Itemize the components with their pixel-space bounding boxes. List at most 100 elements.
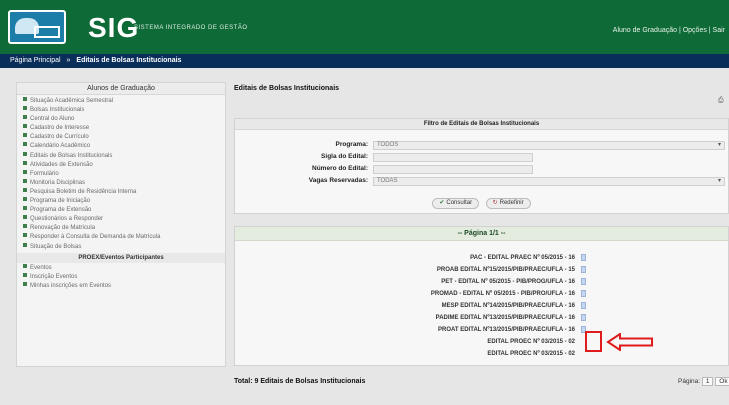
menu-item[interactable]: Bolsas Institucionais	[17, 106, 225, 115]
menu-item-label: Programa de Extensão	[30, 207, 92, 214]
numero-input[interactable]	[373, 165, 533, 174]
print-button[interactable]: ⎙	[718, 97, 724, 105]
logo-text	[34, 26, 60, 38]
menu-item-label: Programa de Iniciação	[30, 198, 91, 205]
menu-item-label: Cadastro de Interesse	[30, 125, 90, 132]
bullet-icon	[23, 272, 27, 277]
programa-value: TODOS	[377, 142, 399, 148]
menu-item-label: Situação Acadêmica Semestral	[30, 98, 114, 104]
bullet-icon	[23, 233, 27, 238]
programa-select[interactable]: TODOS ▾	[373, 141, 725, 150]
view-edital-icon[interactable]	[581, 302, 586, 309]
menu-item[interactable]: Calendário Acadêmico	[17, 142, 225, 151]
menu-list: Situação Acadêmica Semestral Bolsas Insti…	[17, 95, 225, 291]
menu-item[interactable]: Atividades de Extensão	[17, 160, 225, 170]
menu-item[interactable]: Cadastro de Currículo	[17, 133, 225, 142]
filter-row-programa: Programa: TODOS ▾	[235, 140, 728, 150]
user-links[interactable]: Aluno de Graduação | Opções | Sair	[613, 27, 725, 34]
menu-item[interactable]: Situação Acadêmica Semestral	[17, 97, 225, 106]
menu-item[interactable]: Eventos	[17, 263, 225, 273]
menu-item-label: Questionários a Responder	[30, 216, 104, 223]
edital-row: PROMAD - EDITAL Nº 05/2015 - PIB/PRO/UFL…	[430, 291, 575, 297]
app-header: SIG Sistema Integrado de Gestão Aluno de…	[0, 0, 729, 54]
menu-item-label: Cadastro de Currículo	[30, 134, 89, 141]
sidebar-menu: Alunos de Graduação Situação Acadêmica S…	[16, 82, 226, 367]
sigla-input[interactable]	[373, 153, 533, 162]
reset-icon: ↻	[492, 200, 498, 206]
search-button-label: Consultar	[446, 200, 473, 206]
menu-item[interactable]: Central do Aluno	[17, 115, 225, 124]
menu-item-label: Situação de Bolsas	[30, 243, 82, 250]
filter-buttons: ✔ Consultar ↻ Redefinir	[235, 196, 728, 209]
edital-row: EDITAL PROEC Nº 03/2015 - 02	[487, 351, 575, 357]
menu-item-label: Inscrição Eventos	[30, 273, 78, 280]
menu-item[interactable]: Programa de Extensão	[17, 206, 225, 215]
menu-item-label: Calendário Acadêmico	[30, 143, 91, 150]
pager-go-button[interactable]: Ok	[715, 377, 729, 386]
app-subtitle: Sistema Integrado de Gestão	[134, 25, 248, 31]
bullet-icon	[23, 224, 27, 229]
view-edital-icon[interactable]	[581, 254, 586, 261]
bullet-icon	[23, 263, 27, 268]
reset-button[interactable]: ↻ Redefinir	[485, 198, 531, 209]
menu-item-label: Eventos	[30, 264, 52, 271]
ufra-logo[interactable]	[8, 10, 66, 44]
menu-item[interactable]: Situação de Bolsas	[17, 242, 225, 252]
pager: Página: 1 Ok	[678, 377, 729, 386]
chevron-down-icon: ▾	[717, 142, 721, 148]
bullet-icon	[23, 197, 27, 202]
menu-item-label: Atividades de Extensão	[30, 161, 93, 168]
filter-title: Filtro de Editais de Bolsas Instituciona…	[235, 119, 728, 130]
menu-item-label: Editais de Bolsas Institucionais	[30, 152, 113, 159]
breadcrumb-separator: »	[66, 57, 71, 64]
menu-item[interactable]: Formulário	[17, 169, 225, 179]
menu-item-label: Bolsas Institucionais	[30, 107, 85, 114]
menu-item[interactable]: Minhas inscrições em Eventos	[17, 281, 225, 291]
view-edital-icon[interactable]	[581, 266, 586, 273]
menu-item[interactable]: Programa de Iniciação	[17, 197, 225, 206]
menu-item-label: Renovação de Matrícula	[30, 225, 96, 232]
search-button[interactable]: ✔ Consultar	[432, 198, 480, 209]
sigla-label: Sigla do Edital:	[321, 153, 368, 160]
vagas-label: Vagas Reservadas:	[308, 177, 368, 184]
page-title: Editais de Bolsas Institucionais	[234, 85, 340, 92]
results-panel: -- Página 1/1 -- PAC - EDITAL PRAEC Nº 0…	[234, 226, 729, 366]
app-name: SIG	[88, 12, 140, 43]
printer-icon: ⎙	[718, 97, 724, 104]
vagas-select[interactable]: TODAS ▾	[373, 177, 725, 186]
bullet-icon	[23, 215, 27, 220]
pager-select[interactable]: 1	[701, 377, 714, 386]
menu-item[interactable]: Renovação de Matrícula	[17, 224, 225, 233]
bullet-icon	[23, 206, 27, 211]
chevron-down-icon: ▾	[717, 178, 721, 184]
menu-item-label: Pesquisa Boletim de Residência Interna	[30, 188, 137, 195]
edital-row: PAC - EDITAL PRAEC Nº 05/2015 - 16	[470, 255, 575, 261]
view-edital-icon[interactable]	[581, 290, 586, 297]
menu-item[interactable]: Pesquisa Boletim de Residência Interna	[17, 187, 225, 197]
bullet-icon	[23, 169, 27, 174]
filter-panel: Filtro de Editais de Bolsas Instituciona…	[234, 118, 729, 214]
filter-row-numero: Número do Edital:	[235, 164, 728, 174]
breadcrumb-home[interactable]: Página Principal	[10, 57, 61, 64]
bullet-icon	[23, 178, 27, 183]
menu-item[interactable]: Inscrição Eventos	[17, 272, 225, 282]
breadcrumb: Página Principal » Editais de Bolsas Ins…	[0, 54, 729, 68]
menu-item-label: Minhas inscrições em Eventos	[30, 282, 112, 289]
menu-item[interactable]: Monitoria Disciplinas	[17, 178, 225, 188]
reset-button-label: Redefinir	[499, 200, 524, 206]
results-page-header: -- Página 1/1 --	[235, 227, 728, 241]
menu-item[interactable]: Editais de Bolsas Institucionais	[17, 151, 225, 161]
bullet-icon	[23, 97, 27, 101]
menu-item[interactable]: Responder à Consulta de Demanda de Matrí…	[17, 233, 225, 242]
view-edital-icon[interactable]	[581, 314, 586, 321]
menu-item[interactable]: Questionários a Responder	[17, 215, 225, 224]
menu-title: Alunos de Graduação	[17, 83, 225, 95]
highlight-box	[585, 331, 602, 352]
view-edital-icon[interactable]	[581, 278, 586, 285]
edital-row: PADIME EDITAL Nº13/2015/PIB/PRAEC/UFLA -…	[435, 315, 575, 321]
filter-row-vagas: Vagas Reservadas: TODAS ▾	[235, 176, 728, 186]
edital-row: PET - EDITAL Nº 05/2015 - PIB/PROG/UFLA …	[441, 279, 575, 285]
results-total: Total: 9 Editais de Bolsas Institucionai…	[234, 378, 366, 385]
menu-item[interactable]: Cadastro de Interesse	[17, 124, 225, 133]
bullet-icon	[23, 242, 27, 247]
